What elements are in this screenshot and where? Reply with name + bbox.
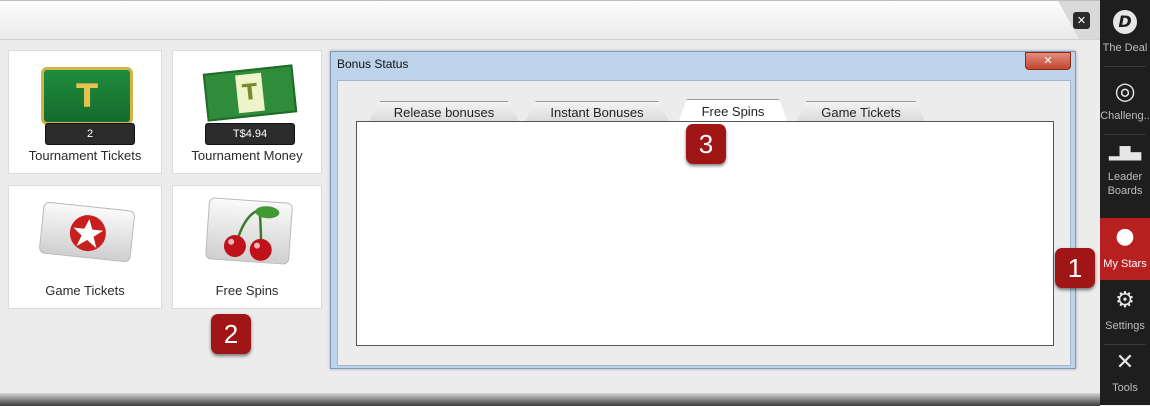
callout-badge-1: 1 xyxy=(1055,248,1095,288)
dialog-title: Bonus Status xyxy=(337,57,409,71)
tournament-tickets-label: Tournament Tickets xyxy=(28,148,142,163)
tab-free-spins[interactable]: Free Spins xyxy=(678,99,788,123)
rail-label-my-stars: My Stars xyxy=(1103,258,1147,270)
the-deal-icon: D xyxy=(1113,10,1137,34)
rail-item-leader-boards[interactable]: ▂▇▄ Leader Boards xyxy=(1100,142,1150,204)
tournament-money-icon: T xyxy=(202,64,298,122)
rail-label-the-deal: The Deal xyxy=(1102,42,1148,54)
tab-instant-bonuses[interactable]: Instant Bonuses xyxy=(524,101,670,123)
callout-badge-3: 3 xyxy=(686,124,726,164)
dartboard-icon: ◎ xyxy=(1114,77,1136,105)
tournament-money-card[interactable]: T T$4.94 Tournament Money xyxy=(172,50,322,174)
rail-item-settings[interactable]: ⚙ Settings xyxy=(1100,286,1150,340)
tournament-tickets-card[interactable]: T 2 Tournament Tickets xyxy=(8,50,162,174)
tournament-tickets-count: 2 xyxy=(45,123,135,145)
tournament-money-label: Tournament Money xyxy=(191,148,303,163)
rail-item-tools[interactable]: ✕ Tools xyxy=(1100,348,1150,402)
tournament-ticket-icon: T xyxy=(41,67,133,125)
rail-label-tools: Tools xyxy=(1112,382,1138,394)
rail-item-the-deal[interactable]: D The Deal xyxy=(1100,6,1150,64)
rail-label-leader-boards: Leader Boards xyxy=(1107,171,1143,197)
tournament-money-amount: T$4.94 xyxy=(205,123,295,145)
window-close-button[interactable]: ✕ xyxy=(1073,12,1090,29)
free-spins-card[interactable]: Free Spins xyxy=(172,185,322,309)
bonus-status-dialog: Bonus Status ✕ Release bonuses Instant B… xyxy=(330,51,1076,369)
game-ticket-icon xyxy=(38,201,136,263)
star-icon xyxy=(69,215,106,252)
game-tickets-label: Game Tickets xyxy=(45,283,125,298)
rail-item-challenges[interactable]: ◎ Challeng.. xyxy=(1100,72,1150,130)
right-rail: D The Deal ◎ Challeng.. ▂▇▄ Leader Board… xyxy=(1100,0,1150,405)
rail-item-my-stars[interactable]: ● My Stars xyxy=(1100,218,1150,280)
tab-game-tickets[interactable]: Game Tickets xyxy=(796,101,926,123)
tab-release-bonuses[interactable]: Release bonuses xyxy=(368,101,520,123)
main-window: ✕ T 2 Tournament Tickets T T$4.94 Tourna… xyxy=(0,0,1100,406)
free-spins-label: Free Spins xyxy=(215,283,279,298)
callout-badge-2: 2 xyxy=(211,314,251,354)
free-spins-icon xyxy=(204,197,294,265)
rail-label-challenges: Challeng.. xyxy=(1100,110,1150,122)
gear-icon: ⚙ xyxy=(1115,288,1135,313)
dialog-content: Release bonuses Instant Bonuses Free Spi… xyxy=(337,80,1071,366)
dialog-close-button[interactable]: ✕ xyxy=(1025,52,1071,70)
game-tickets-card[interactable]: Game Tickets xyxy=(8,185,162,309)
podium-icon: ▂▇▄ xyxy=(1108,145,1142,161)
profile-icon: ● xyxy=(1115,224,1135,249)
window-bottom-edge xyxy=(0,393,1100,406)
title-bar xyxy=(0,1,1100,40)
cherries-icon xyxy=(223,206,280,261)
tools-icon: ✕ xyxy=(1115,350,1135,375)
rail-label-settings: Settings xyxy=(1105,320,1145,332)
